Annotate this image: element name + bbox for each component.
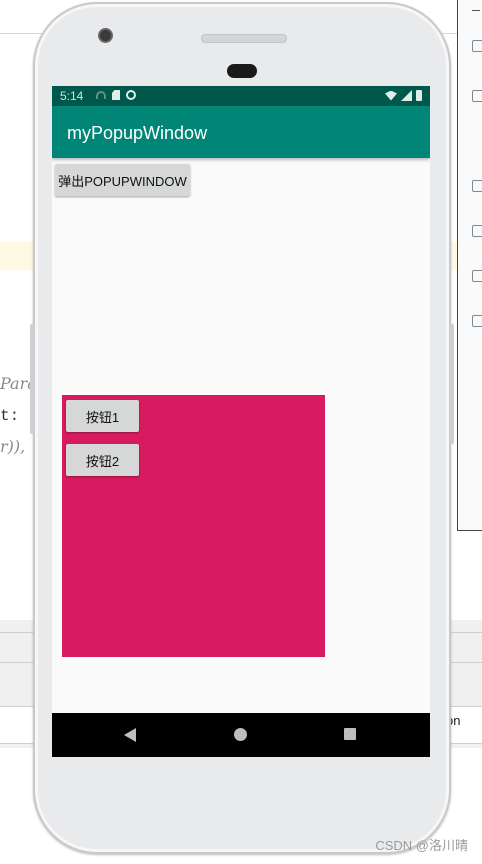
watermark: CSDN @洛川晴 — [375, 838, 468, 853]
show-popup-button[interactable]: 弹出POPUPWINDOW — [55, 164, 190, 196]
side-button[interactable] — [30, 324, 34, 434]
panel-icon[interactable] — [472, 270, 482, 282]
app-title: myPopupWindow — [67, 123, 208, 143]
popup-window: 按钮1 按钮2 — [62, 395, 325, 657]
app-bar: myPopupWindow — [52, 106, 430, 158]
nav-back-icon[interactable] — [124, 728, 136, 742]
panel-icon[interactable] — [472, 40, 482, 52]
status-time: 5:14 — [60, 89, 84, 103]
sd-card-icon — [112, 90, 120, 100]
volume-button[interactable] — [450, 324, 454, 444]
wifi-off-icon — [96, 91, 106, 99]
panel-icon[interactable] — [472, 180, 482, 192]
navigation-bar — [52, 713, 430, 757]
earpiece-speaker — [201, 34, 287, 43]
device-screen: 5:14 myPopupWindow 弹出POPUPWINDOW 按钮1 按钮2 — [52, 86, 430, 757]
wifi-icon — [385, 90, 397, 101]
panel-icon[interactable] — [472, 225, 482, 237]
ide-side-panel — [457, 0, 482, 531]
ide-code-line-3: r)), — [0, 437, 26, 456]
battery-icon — [416, 90, 422, 101]
sensor-pill — [227, 64, 257, 78]
sync-icon — [126, 90, 136, 100]
front-camera-icon — [98, 28, 113, 43]
panel-icon[interactable] — [472, 315, 482, 327]
panel-icon[interactable] — [472, 90, 482, 102]
nav-home-icon[interactable] — [234, 728, 247, 741]
popup-button-2[interactable]: 按钮2 — [66, 444, 139, 476]
nav-recents-icon[interactable] — [344, 728, 356, 740]
signal-icon — [401, 90, 412, 101]
status-bar: 5:14 — [52, 86, 430, 106]
popup-button-1[interactable]: 按钮1 — [66, 400, 139, 432]
